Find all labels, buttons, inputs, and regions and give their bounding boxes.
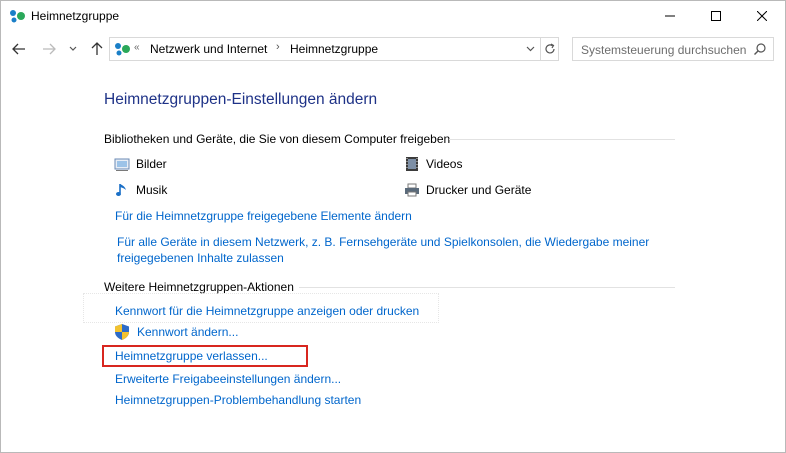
- view-print-password-link[interactable]: Kennwort für die Heimnetzgruppe anzeigen…: [115, 304, 419, 318]
- forward-button[interactable]: [39, 39, 59, 59]
- change-shared-items-link[interactable]: Für die Heimnetzgruppe freigegebene Elem…: [115, 209, 412, 223]
- recent-locations-button[interactable]: [63, 39, 83, 59]
- actions-section-title: Weitere Heimnetzgruppen-Aktionen: [104, 280, 294, 294]
- library-item-music: Musik: [114, 181, 167, 199]
- homegroup-icon: [115, 43, 130, 56]
- change-password-link[interactable]: Kennwort ändern...: [137, 325, 238, 339]
- navigation-bar: « Netzwerk und Internet › Heimnetzgruppe…: [1, 35, 785, 63]
- libraries-section-title: Bibliotheken und Geräte, die Sie von die…: [104, 132, 451, 146]
- search-input[interactable]: Systemsteuerung durchsuchen: [581, 43, 746, 57]
- forward-arrow-icon: [43, 43, 56, 55]
- chevron-down-icon: [69, 46, 77, 51]
- minimize-button[interactable]: [647, 1, 693, 31]
- minimize-icon: [665, 15, 675, 17]
- back-arrow-icon: [12, 43, 25, 55]
- library-item-label: Drucker und Geräte: [426, 183, 532, 197]
- library-item-pictures: Bilder: [114, 155, 167, 173]
- videos-icon: [406, 157, 418, 171]
- library-item-videos: Videos: [404, 155, 462, 173]
- breadcrumb-overflow[interactable]: «: [134, 42, 140, 53]
- maximize-button[interactable]: [693, 1, 739, 31]
- close-icon: [757, 11, 767, 21]
- library-item-label: Bilder: [136, 157, 167, 171]
- maximize-icon: [711, 11, 721, 21]
- advanced-sharing-settings-link[interactable]: Erweiterte Freigabeeinstellungen ändern.…: [115, 372, 341, 386]
- section-divider: [299, 287, 675, 288]
- up-arrow-icon: [91, 42, 103, 55]
- library-item-printers: Drucker und Geräte: [404, 181, 531, 199]
- chevron-down-icon: [526, 46, 534, 52]
- library-item-label: Musik: [136, 183, 168, 197]
- page-title: Heimnetzgruppen-Einstellungen ändern: [104, 91, 378, 108]
- title-bar[interactable]: Heimnetzgruppe: [1, 1, 785, 31]
- breadcrumb-homegroup[interactable]: Heimnetzgruppe: [290, 42, 378, 56]
- breadcrumb-network-internet[interactable]: Netzwerk und Internet: [150, 42, 267, 56]
- breadcrumb-separator-icon[interactable]: ›: [276, 41, 280, 53]
- up-button[interactable]: [87, 39, 107, 59]
- music-icon: [116, 184, 126, 196]
- homegroup-icon: [10, 10, 25, 23]
- printer-icon: [405, 183, 419, 197]
- library-item-label: Videos: [426, 157, 463, 171]
- back-button[interactable]: [9, 39, 29, 59]
- refresh-button[interactable]: [540, 38, 559, 60]
- search-icon[interactable]: [753, 42, 767, 56]
- allow-streaming-link[interactable]: Für alle Geräte in diesem Netzwerk, z. B…: [117, 234, 657, 266]
- homegroup-troubleshooter-link[interactable]: Heimnetzgruppen-Problembehandlung starte…: [115, 393, 361, 407]
- pictures-icon: [114, 158, 130, 171]
- section-divider: [449, 139, 675, 140]
- address-bar[interactable]: « Netzwerk und Internet › Heimnetzgruppe: [109, 37, 559, 61]
- window-title: Heimnetzgruppe: [31, 9, 120, 23]
- search-box[interactable]: Systemsteuerung durchsuchen: [572, 37, 774, 61]
- refresh-icon: [545, 43, 555, 54]
- control-panel-window: Heimnetzgruppe « Netzwerk und Internet ›…: [0, 0, 786, 453]
- address-dropdown-button[interactable]: [522, 41, 538, 57]
- leave-homegroup-link[interactable]: Heimnetzgruppe verlassen...: [115, 349, 268, 363]
- uac-shield-icon: [115, 324, 129, 340]
- close-button[interactable]: [739, 1, 785, 31]
